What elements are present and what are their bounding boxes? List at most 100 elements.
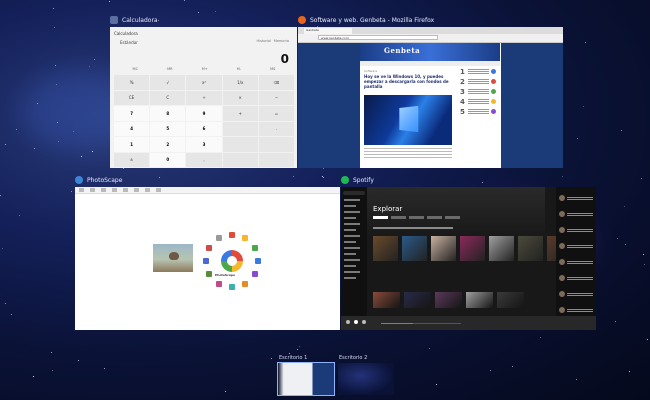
calculator-key[interactable]: ⌫	[258, 75, 294, 90]
playlist-cover[interactable]	[404, 292, 431, 308]
calculator-key[interactable]: −	[258, 90, 294, 105]
sidebar-item[interactable]	[344, 223, 360, 225]
friend-item[interactable]	[559, 307, 593, 313]
calculator-key[interactable]: 1/x	[222, 75, 258, 90]
photoscape-tool-icon[interactable]	[229, 284, 235, 290]
sidebar-item[interactable]	[344, 259, 360, 261]
calculator-window[interactable]: Calculadora Calculadora Estándar Histori…	[110, 16, 297, 168]
friend-item[interactable]	[559, 227, 593, 233]
next-icon[interactable]	[362, 320, 366, 324]
playlist-cover[interactable]	[466, 292, 493, 308]
article-image[interactable]	[364, 95, 452, 145]
toolbar-icon[interactable]	[112, 188, 117, 192]
album-cover[interactable]	[373, 236, 398, 261]
album-cover[interactable]	[518, 236, 543, 261]
calculator-key[interactable]: CE	[114, 90, 150, 105]
photoscape-tool-icon[interactable]	[216, 280, 222, 287]
memory-tab[interactable]: Memoria	[274, 39, 289, 43]
calculator-key[interactable]: 4	[114, 121, 150, 136]
ranking-item[interactable]: 5	[460, 109, 496, 116]
calculator-key[interactable]: 5	[150, 121, 186, 136]
spotify-tab[interactable]	[409, 216, 424, 219]
calculator-key[interactable]: ,	[186, 152, 222, 167]
memory-key[interactable]: M-	[237, 67, 241, 71]
spotify-tab[interactable]	[391, 216, 406, 219]
calculator-key[interactable]: ×	[222, 90, 258, 105]
calculator-key[interactable]: √	[150, 75, 186, 90]
calculator-key[interactable]	[222, 137, 258, 152]
previous-icon[interactable]	[346, 320, 350, 324]
sidebar-item[interactable]	[344, 229, 356, 231]
toolbar-icon[interactable]	[134, 188, 139, 192]
photoscape-tool-icon[interactable]	[242, 235, 248, 242]
photoscape-tool-icon[interactable]	[206, 271, 213, 277]
memory-key[interactable]: M+	[202, 67, 208, 71]
calculator-key[interactable]: 9	[186, 106, 222, 121]
calculator-key[interactable]: ±	[114, 152, 150, 167]
site-nav[interactable]	[360, 61, 500, 66]
sidebar-item[interactable]	[344, 217, 356, 219]
playlist-cover[interactable]	[497, 292, 524, 308]
progress-bar[interactable]	[381, 323, 461, 324]
friend-item[interactable]	[559, 275, 593, 281]
friend-item[interactable]	[559, 211, 593, 217]
desktop-1-thumbnail[interactable]	[277, 362, 335, 396]
spotify-tab[interactable]	[373, 216, 388, 219]
spotify-title[interactable]: Spotify	[341, 173, 374, 187]
playlist-cover[interactable]	[373, 292, 400, 308]
calculator-key[interactable]: 0	[150, 152, 186, 167]
friend-item[interactable]	[559, 259, 593, 265]
friend-item[interactable]	[559, 291, 593, 297]
album-cover[interactable]	[489, 236, 514, 261]
sidebar-item[interactable]	[344, 277, 356, 279]
sidebar-item[interactable]	[344, 235, 360, 237]
calculator-key[interactable]	[258, 137, 294, 152]
calculator-key[interactable]: =	[258, 106, 294, 121]
album-cover[interactable]	[431, 236, 456, 261]
toolbar-icon[interactable]	[156, 188, 161, 192]
calculator-key[interactable]: 2	[150, 137, 186, 152]
calculator-key[interactable]: ÷	[186, 90, 222, 105]
url-input[interactable]: www.genbeta.com	[318, 35, 438, 40]
calculator-key[interactable]	[258, 152, 294, 167]
spotify-tab[interactable]	[427, 216, 442, 219]
photoscape-tool-icon[interactable]	[203, 258, 209, 264]
ranking-item[interactable]: 2	[460, 79, 496, 86]
site-logo[interactable]: Genbeta	[384, 46, 420, 55]
sidebar-item[interactable]	[344, 205, 356, 207]
toolbar-icon[interactable]	[101, 188, 106, 192]
desktop-2-thumbnail[interactable]	[338, 363, 394, 395]
calculator-key[interactable]	[222, 121, 258, 136]
calculator-key[interactable]: +	[222, 106, 258, 121]
photoscape-tool-icon[interactable]	[206, 245, 213, 251]
sidebar-item[interactable]	[344, 247, 360, 249]
memory-key[interactable]: MC	[133, 67, 138, 71]
ranking-item[interactable]: 4	[460, 99, 496, 106]
calculator-mode[interactable]: Estándar	[120, 40, 138, 45]
calculator-key[interactable]: C	[150, 90, 186, 105]
sidebar-item[interactable]	[344, 211, 360, 213]
calculator-key[interactable]: 6	[186, 121, 222, 136]
calculator-key[interactable]: .	[258, 121, 294, 136]
calculator-key[interactable]: 1	[114, 137, 150, 152]
sidebar-item[interactable]	[344, 241, 356, 243]
album-cover[interactable]	[402, 236, 427, 261]
calculator-key[interactable]: %	[114, 75, 150, 90]
calculator-key[interactable]	[222, 152, 258, 167]
playlist-cover[interactable]	[435, 292, 462, 308]
calculator-key[interactable]: x²	[186, 75, 222, 90]
friend-item[interactable]	[559, 243, 593, 249]
calculator-key[interactable]: 8	[150, 106, 186, 121]
toolbar-icon[interactable]	[123, 188, 128, 192]
memory-key[interactable]: MS	[270, 67, 275, 71]
photoscape-tool-icon[interactable]	[216, 235, 222, 242]
photoscape-tool-icon[interactable]	[251, 245, 258, 251]
toolbar-icon[interactable]	[79, 188, 84, 192]
history-tab[interactable]: Historial	[257, 39, 271, 43]
ranking-item[interactable]: 3	[460, 89, 496, 96]
friend-item[interactable]	[559, 195, 593, 201]
spotify-tab[interactable]	[445, 216, 460, 219]
album-cover[interactable]	[460, 236, 485, 261]
calculator-title[interactable]: Calculadora	[110, 13, 158, 27]
bird-photo[interactable]	[153, 244, 193, 272]
